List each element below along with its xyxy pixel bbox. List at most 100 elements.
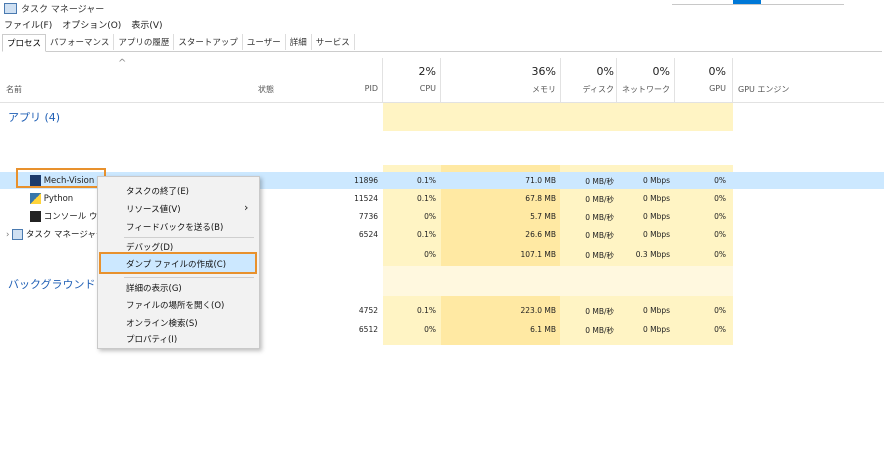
pid-cell: 6524 (358, 230, 378, 239)
pid-cell: 6512 (358, 325, 378, 334)
expand-chevron-icon[interactable]: › (6, 230, 9, 240)
memory-cell: 223.0 MB (520, 306, 556, 315)
disk-cell: 0 MB/秒 (585, 307, 614, 316)
network-cell: 0 Mbps (642, 230, 670, 239)
menu-item-feedback[interactable]: フィードバックを送る(B) (126, 221, 223, 233)
menu-options[interactable]: オプション(O) (62, 18, 121, 31)
menu-separator (124, 237, 254, 238)
network-cell: 0 Mbps (642, 306, 670, 315)
column-divider[interactable] (674, 58, 675, 103)
submenu-arrow-icon: › (244, 201, 249, 214)
disk-cell: 0 MB/秒 (585, 213, 614, 222)
gpu-cell: 0% (714, 212, 726, 221)
column-cpu[interactable]: CPU (384, 84, 436, 93)
gpu-cell: 0% (714, 306, 726, 315)
memory-cell: 107.1 MB (520, 250, 556, 259)
menu-item-resource-values[interactable]: リソース値(V) (126, 203, 181, 215)
network-cell: 0 Mbps (642, 176, 670, 185)
gpu-cell: 0% (714, 194, 726, 203)
window-accent-bar (733, 0, 761, 4)
menu-item-search-online[interactable]: オンライン検索(S) (126, 317, 198, 329)
pid-cell: 11524 (354, 194, 378, 203)
tab-startup[interactable]: スタートアップ (174, 34, 243, 50)
gpu-total: 0% (708, 65, 726, 78)
pid-cell: 11896 (354, 176, 378, 185)
process-row[interactable]: › タスク マネージャー (6, 228, 104, 240)
column-divider[interactable] (560, 58, 561, 103)
pid-cell: 7736 (358, 212, 378, 221)
memory-total: 36% (531, 65, 556, 78)
console-icon (30, 211, 41, 222)
background-group-heat (383, 266, 733, 296)
task-manager-icon (4, 2, 17, 14)
menu-item-details[interactable]: 詳細の表示(G) (126, 282, 182, 294)
network-cell: 0.3 Mbps (635, 250, 670, 259)
menu-view[interactable]: 表示(V) (131, 18, 162, 31)
disk-cell: 0 MB/秒 (585, 195, 614, 204)
tab-bar: プロセス パフォーマンス アプリの履歴 スタートアップ ユーザー 詳細 サービス (2, 34, 882, 52)
process-name: タスク マネージャー (25, 230, 105, 240)
cpu-cell: 0.1% (416, 176, 436, 185)
network-total: 0% (652, 65, 670, 78)
disk-cell: 0 MB/秒 (585, 231, 614, 240)
pid-cell: 4752 (358, 306, 378, 315)
column-divider[interactable] (732, 58, 733, 103)
column-divider[interactable] (616, 58, 617, 103)
column-divider[interactable] (440, 58, 441, 103)
menu-item-create-dump[interactable]: ダンプ ファイルの作成(C) (99, 252, 257, 274)
gpu-cell: 0% (714, 176, 726, 185)
tab-performance[interactable]: パフォーマンス (46, 34, 115, 50)
title-bar: タスク マネージャー (4, 0, 104, 16)
column-gpu-engine[interactable]: GPU エンジン (738, 84, 789, 95)
apps-group-heat (383, 103, 733, 131)
tab-details[interactable]: 詳細 (286, 34, 312, 50)
menu-item-properties[interactable]: プロパティ(I) (126, 333, 177, 345)
gpu-cell: 0% (714, 325, 726, 334)
cpu-cell: 0% (424, 250, 436, 259)
tab-services[interactable]: サービス (312, 34, 355, 50)
disk-cell: 0 MB/秒 (585, 177, 614, 186)
process-row[interactable]: Python (30, 193, 73, 204)
cpu-cell: 0.1% (416, 306, 436, 315)
column-disk[interactable]: ディスク (562, 84, 614, 95)
window-controls-area (672, 0, 844, 5)
cpu-cell: 0% (424, 325, 436, 334)
menu-file[interactable]: ファイル(F) (4, 18, 52, 31)
disk-cell: 0 MB/秒 (585, 326, 614, 335)
cpu-cell: 0.1% (416, 230, 436, 239)
column-memory[interactable]: メモリ (442, 84, 556, 95)
group-apps[interactable]: アプリ (4) (8, 109, 60, 125)
cpu-cell: 0% (424, 212, 436, 221)
memory-cell: 6.1 MB (530, 325, 556, 334)
process-name: Python (43, 194, 74, 204)
network-cell: 0 Mbps (642, 325, 670, 334)
menu-bar: ファイル(F) オプション(O) 表示(V) (4, 18, 163, 31)
network-cell: 0 Mbps (642, 194, 670, 203)
process-highlight-box (16, 168, 106, 188)
task-manager-icon (12, 229, 24, 240)
sort-arrow[interactable]: ^ (118, 58, 126, 69)
memory-cell: 26.6 MB (525, 230, 556, 239)
menu-item-end-task[interactable]: タスクの終了(E) (126, 185, 189, 197)
memory-cell: 71.0 MB (525, 176, 556, 185)
column-name[interactable]: 名前 (6, 84, 22, 95)
menu-separator (124, 277, 254, 278)
tab-processes[interactable]: プロセス (2, 34, 47, 52)
gpu-cell: 0% (714, 250, 726, 259)
network-cell: 0 Mbps (642, 212, 670, 221)
menu-item-create-dump-label: ダンプ ファイルの作成(C) (126, 260, 227, 270)
column-divider[interactable] (382, 58, 383, 103)
column-status[interactable]: 状態 (258, 84, 274, 95)
tab-users[interactable]: ユーザー (243, 34, 286, 50)
group-background[interactable]: バックグラウンド プ (8, 276, 110, 292)
tab-app-history[interactable]: アプリの履歴 (114, 34, 175, 50)
memory-cell: 67.8 MB (525, 194, 556, 203)
column-pid[interactable]: PID (330, 84, 378, 93)
column-network[interactable]: ネットワーク (618, 84, 670, 95)
gpu-cell: 0% (714, 230, 726, 239)
window-title: タスク マネージャー (21, 4, 105, 15)
cpu-total: 2% (418, 65, 436, 78)
menu-item-open-location[interactable]: ファイルの場所を開く(O) (126, 299, 224, 311)
column-gpu[interactable]: GPU (676, 84, 726, 93)
disk-cell: 0 MB/秒 (585, 251, 614, 260)
